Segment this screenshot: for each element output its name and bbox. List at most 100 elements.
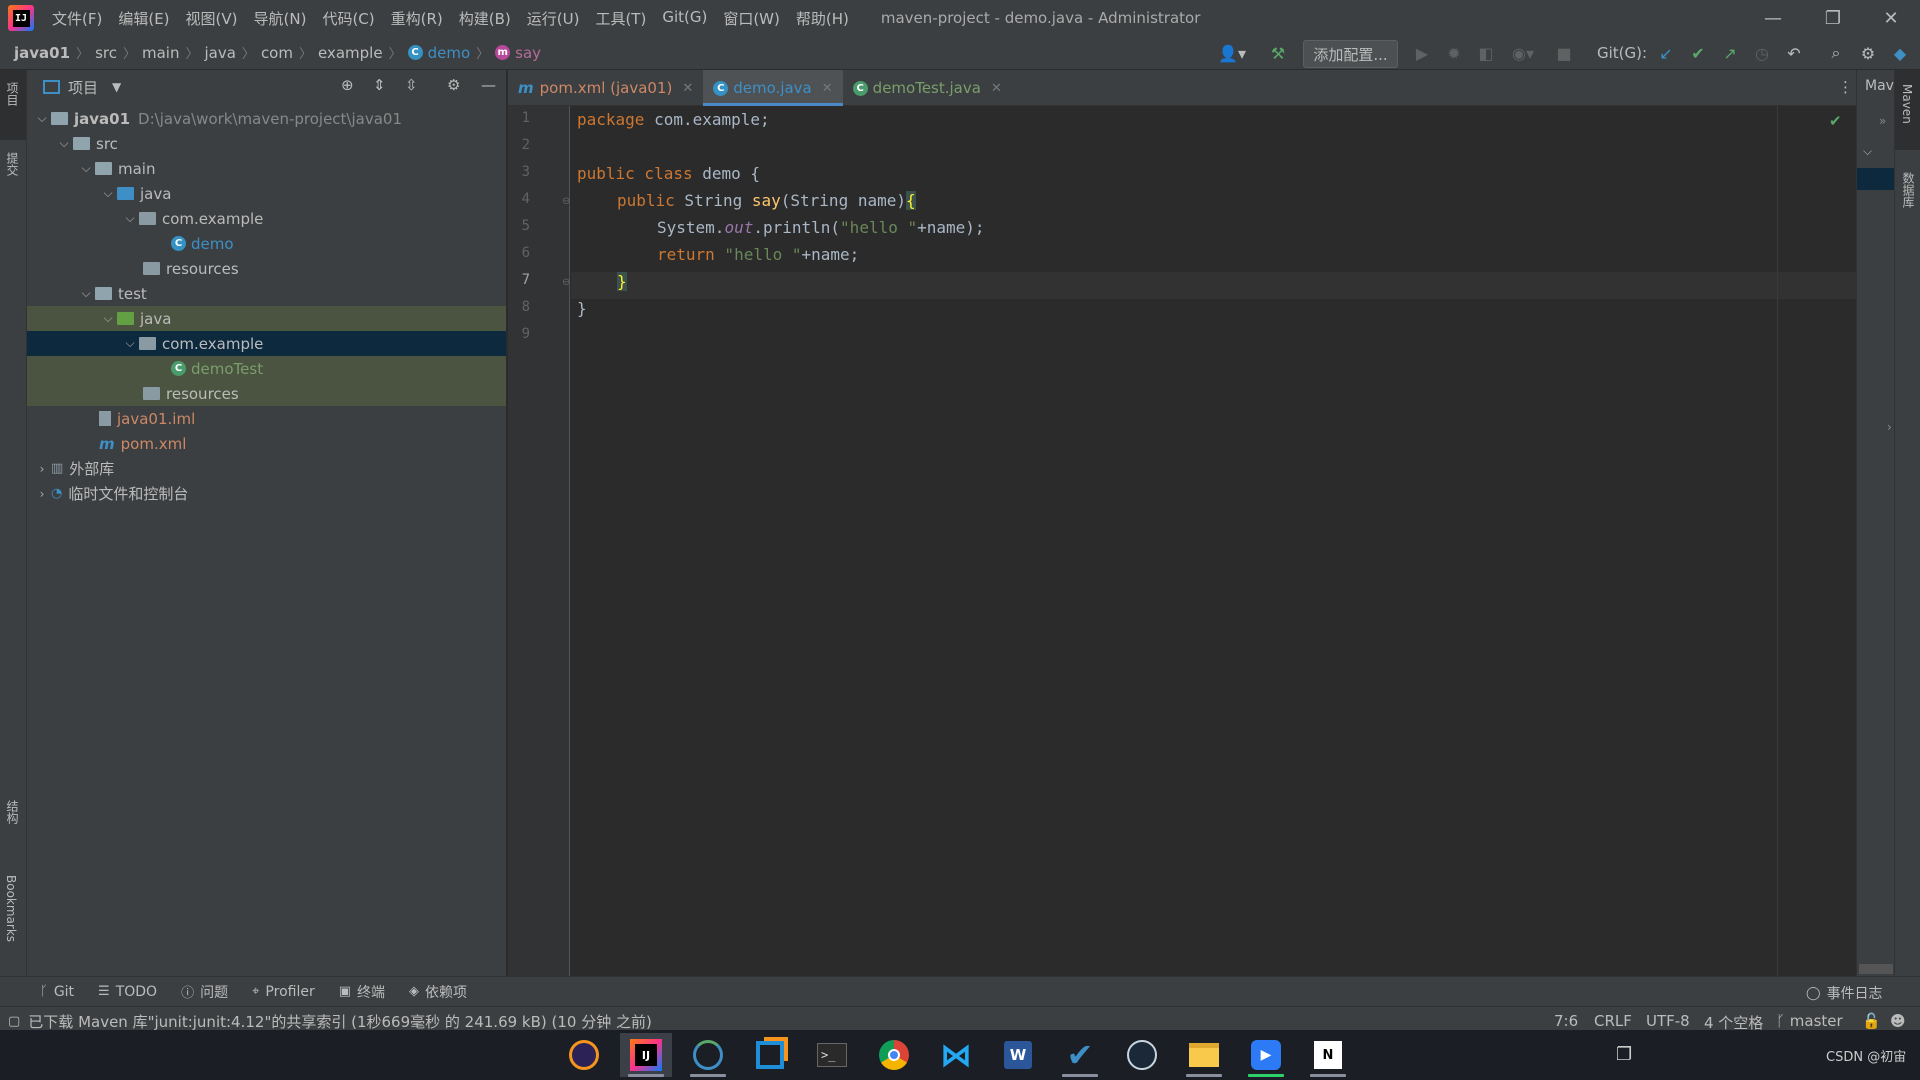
profiler-tool-button[interactable]: ⌖ Profiler — [252, 984, 315, 1000]
fold-icon[interactable]: ⊖ — [562, 277, 570, 288]
chevron-down-icon[interactable]: ⌵ — [77, 286, 95, 301]
user-icon[interactable]: 👤▾ — [1214, 42, 1250, 64]
stop-icon[interactable]: ■ — [1552, 42, 1576, 64]
maven-tool-label[interactable]: Maven — [1900, 84, 1914, 124]
breadcrumb-main[interactable]: main — [136, 44, 185, 62]
chevron-down-icon[interactable]: ⌵ — [55, 136, 73, 151]
menu-item-7[interactable]: 运行(U) — [519, 8, 588, 29]
inspector-icon[interactable]: ☻ — [1890, 1012, 1906, 1030]
virtual-machine-app-icon[interactable] — [744, 1033, 796, 1077]
tree-item-main-resources[interactable]: resources — [27, 256, 506, 281]
chevron-right-icon[interactable]: › — [1887, 420, 1892, 434]
chevron-right-icon[interactable]: › — [33, 462, 51, 476]
toolbox-icon[interactable]: ◆ — [1888, 42, 1912, 64]
steam-app-icon[interactable] — [1116, 1033, 1168, 1077]
tree-item-test-package[interactable]: ⌵ com.example — [27, 331, 506, 356]
profile-icon[interactable]: ◉▾ — [1506, 42, 1540, 64]
todo-tool-button[interactable]: ☰ TODO — [98, 984, 157, 1000]
event-log-button[interactable]: ◯ 事件日志 — [1806, 983, 1883, 1003]
tree-item-pom[interactable]: m pom.xml — [27, 431, 506, 456]
line-separator[interactable]: CRLF — [1594, 1012, 1632, 1030]
status-message[interactable]: 已下载 Maven 库"junit:junit:4.12"的共享索引 (1秒66… — [28, 1011, 652, 1032]
menu-item-9[interactable]: Git(G) — [654, 8, 715, 29]
restore-icon[interactable]: ❐ — [1804, 0, 1862, 36]
bookmarks-tool-label[interactable]: Bookmarks — [4, 875, 18, 942]
git-commit-icon[interactable]: ✔ — [1686, 42, 1710, 64]
menu-item-11[interactable]: 帮助(H) — [788, 8, 857, 29]
breadcrumb-example[interactable]: example — [312, 44, 389, 62]
git-update-icon[interactable]: ↙ — [1654, 42, 1678, 64]
maven-panel-title[interactable]: Mav — [1865, 78, 1894, 94]
tree-item-test[interactable]: ⌵ test — [27, 281, 506, 306]
tree-item-test-resources[interactable]: resources — [27, 381, 506, 406]
tab-demo-java[interactable]: C demo.java ✕ — [703, 70, 844, 106]
breadcrumb-com[interactable]: com — [255, 44, 299, 62]
terminal-app-icon[interactable]: >_ — [806, 1033, 858, 1077]
breadcrumb-src[interactable]: src — [89, 44, 123, 62]
tree-item-scratches[interactable]: › ◔ 临时文件和控制台 — [27, 481, 506, 506]
lock-icon[interactable]: 🔓 — [1862, 1012, 1881, 1030]
debug-icon[interactable]: ✹ — [1442, 42, 1466, 64]
tree-item-test-java[interactable]: ⌵ java — [27, 306, 506, 331]
breadcrumb-java[interactable]: java — [198, 44, 241, 62]
chevron-right-icon[interactable]: › — [33, 487, 51, 501]
locate-icon[interactable]: ⊕ — [341, 76, 354, 94]
add-configuration-button[interactable]: 添加配置... — [1303, 40, 1398, 68]
chevron-down-icon[interactable]: ⌵ — [99, 186, 117, 201]
maven-selected-row[interactable] — [1857, 168, 1895, 190]
panel-gear-icon[interactable]: ⚙ — [447, 76, 460, 94]
chrome-app-icon[interactable] — [868, 1033, 920, 1077]
settings-gear-icon[interactable]: ⚙ — [1856, 42, 1880, 64]
menu-item-1[interactable]: 编辑(E) — [110, 8, 177, 29]
chevron-down-icon[interactable]: ⌵ — [121, 336, 139, 351]
chevron-down-icon[interactable]: ⌵ — [77, 161, 95, 176]
menu-item-4[interactable]: 代码(C) — [314, 8, 382, 29]
collapse-all-icon[interactable]: ⇳ — [405, 76, 418, 94]
file-encoding[interactable]: UTF-8 — [1646, 1012, 1690, 1030]
close-tab-icon[interactable]: ✕ — [822, 81, 833, 96]
structure-tool-label[interactable]: 结构 — [4, 800, 21, 824]
file-explorer-app-icon[interactable] — [1178, 1033, 1230, 1077]
database-tool-label[interactable]: 数据库 — [1900, 172, 1917, 208]
browser-app-icon[interactable] — [682, 1033, 734, 1077]
dependencies-tool-button[interactable]: ◈ 依赖项 — [409, 982, 467, 1002]
build-hammer-icon[interactable]: ⚒ — [1266, 42, 1290, 64]
tree-item-main-package[interactable]: ⌵ com.example — [27, 206, 506, 231]
video-app-icon[interactable]: ▶ — [1240, 1033, 1292, 1077]
tree-item-src[interactable]: ⌵ src — [27, 131, 506, 156]
caret-position[interactable]: 7:6 — [1554, 1012, 1578, 1030]
close-tab-icon[interactable]: ✕ — [682, 81, 693, 96]
terminal-tool-button[interactable]: ▣ 终端 — [339, 982, 385, 1002]
git-push-icon[interactable]: ↗ — [1718, 42, 1742, 64]
problems-tool-button[interactable]: ⓘ 问题 — [181, 982, 228, 1002]
tab-pom-xml[interactable]: m pom.xml (java01) ✕ — [508, 70, 703, 106]
search-icon[interactable]: ⌕ — [1824, 42, 1848, 64]
rollback-icon[interactable]: ↶ — [1782, 42, 1806, 64]
menu-item-5[interactable]: 重构(R) — [383, 8, 451, 29]
tab-demotest-java[interactable]: C demoTest.java ✕ — [843, 70, 1012, 106]
intellij-app-icon[interactable]: IJ — [620, 1033, 672, 1077]
menu-item-8[interactable]: 工具(T) — [587, 8, 654, 29]
expand-all-icon[interactable]: ⇕ — [373, 76, 386, 94]
todo-app-icon[interactable]: ✔ — [1054, 1033, 1106, 1077]
chevron-right-icon[interactable]: » — [1879, 114, 1886, 128]
commit-tool-label[interactable]: 提交 — [4, 152, 21, 176]
tree-item-iml[interactable]: java01.iml — [27, 406, 506, 431]
project-panel-title[interactable]: 项目 — [68, 77, 98, 98]
coverage-icon[interactable]: ◧ — [1474, 42, 1498, 64]
fold-icon[interactable]: ⊖ — [562, 196, 570, 207]
chevron-down-icon[interactable]: ▼ — [112, 80, 121, 94]
chevron-down-icon[interactable]: ⌵ — [99, 311, 117, 326]
hide-panel-icon[interactable]: — — [481, 76, 496, 94]
menu-item-0[interactable]: 文件(F) — [44, 8, 110, 29]
eclipse-app-icon[interactable] — [558, 1033, 610, 1077]
tree-item-main[interactable]: ⌵ main — [27, 156, 506, 181]
breadcrumb-project[interactable]: java01 — [8, 44, 76, 62]
history-icon[interactable]: ◷ — [1750, 42, 1774, 64]
breadcrumb-demo[interactable]: Cdemo — [402, 44, 477, 62]
menu-item-3[interactable]: 导航(N) — [246, 8, 315, 29]
minimize-icon[interactable]: — — [1744, 0, 1802, 36]
project-tool-label[interactable]: 项目 — [4, 82, 21, 106]
git-tool-button[interactable]: ᚴ Git — [40, 984, 74, 1000]
code-editor[interactable]: package com.example; public class demo {… — [571, 106, 1856, 976]
